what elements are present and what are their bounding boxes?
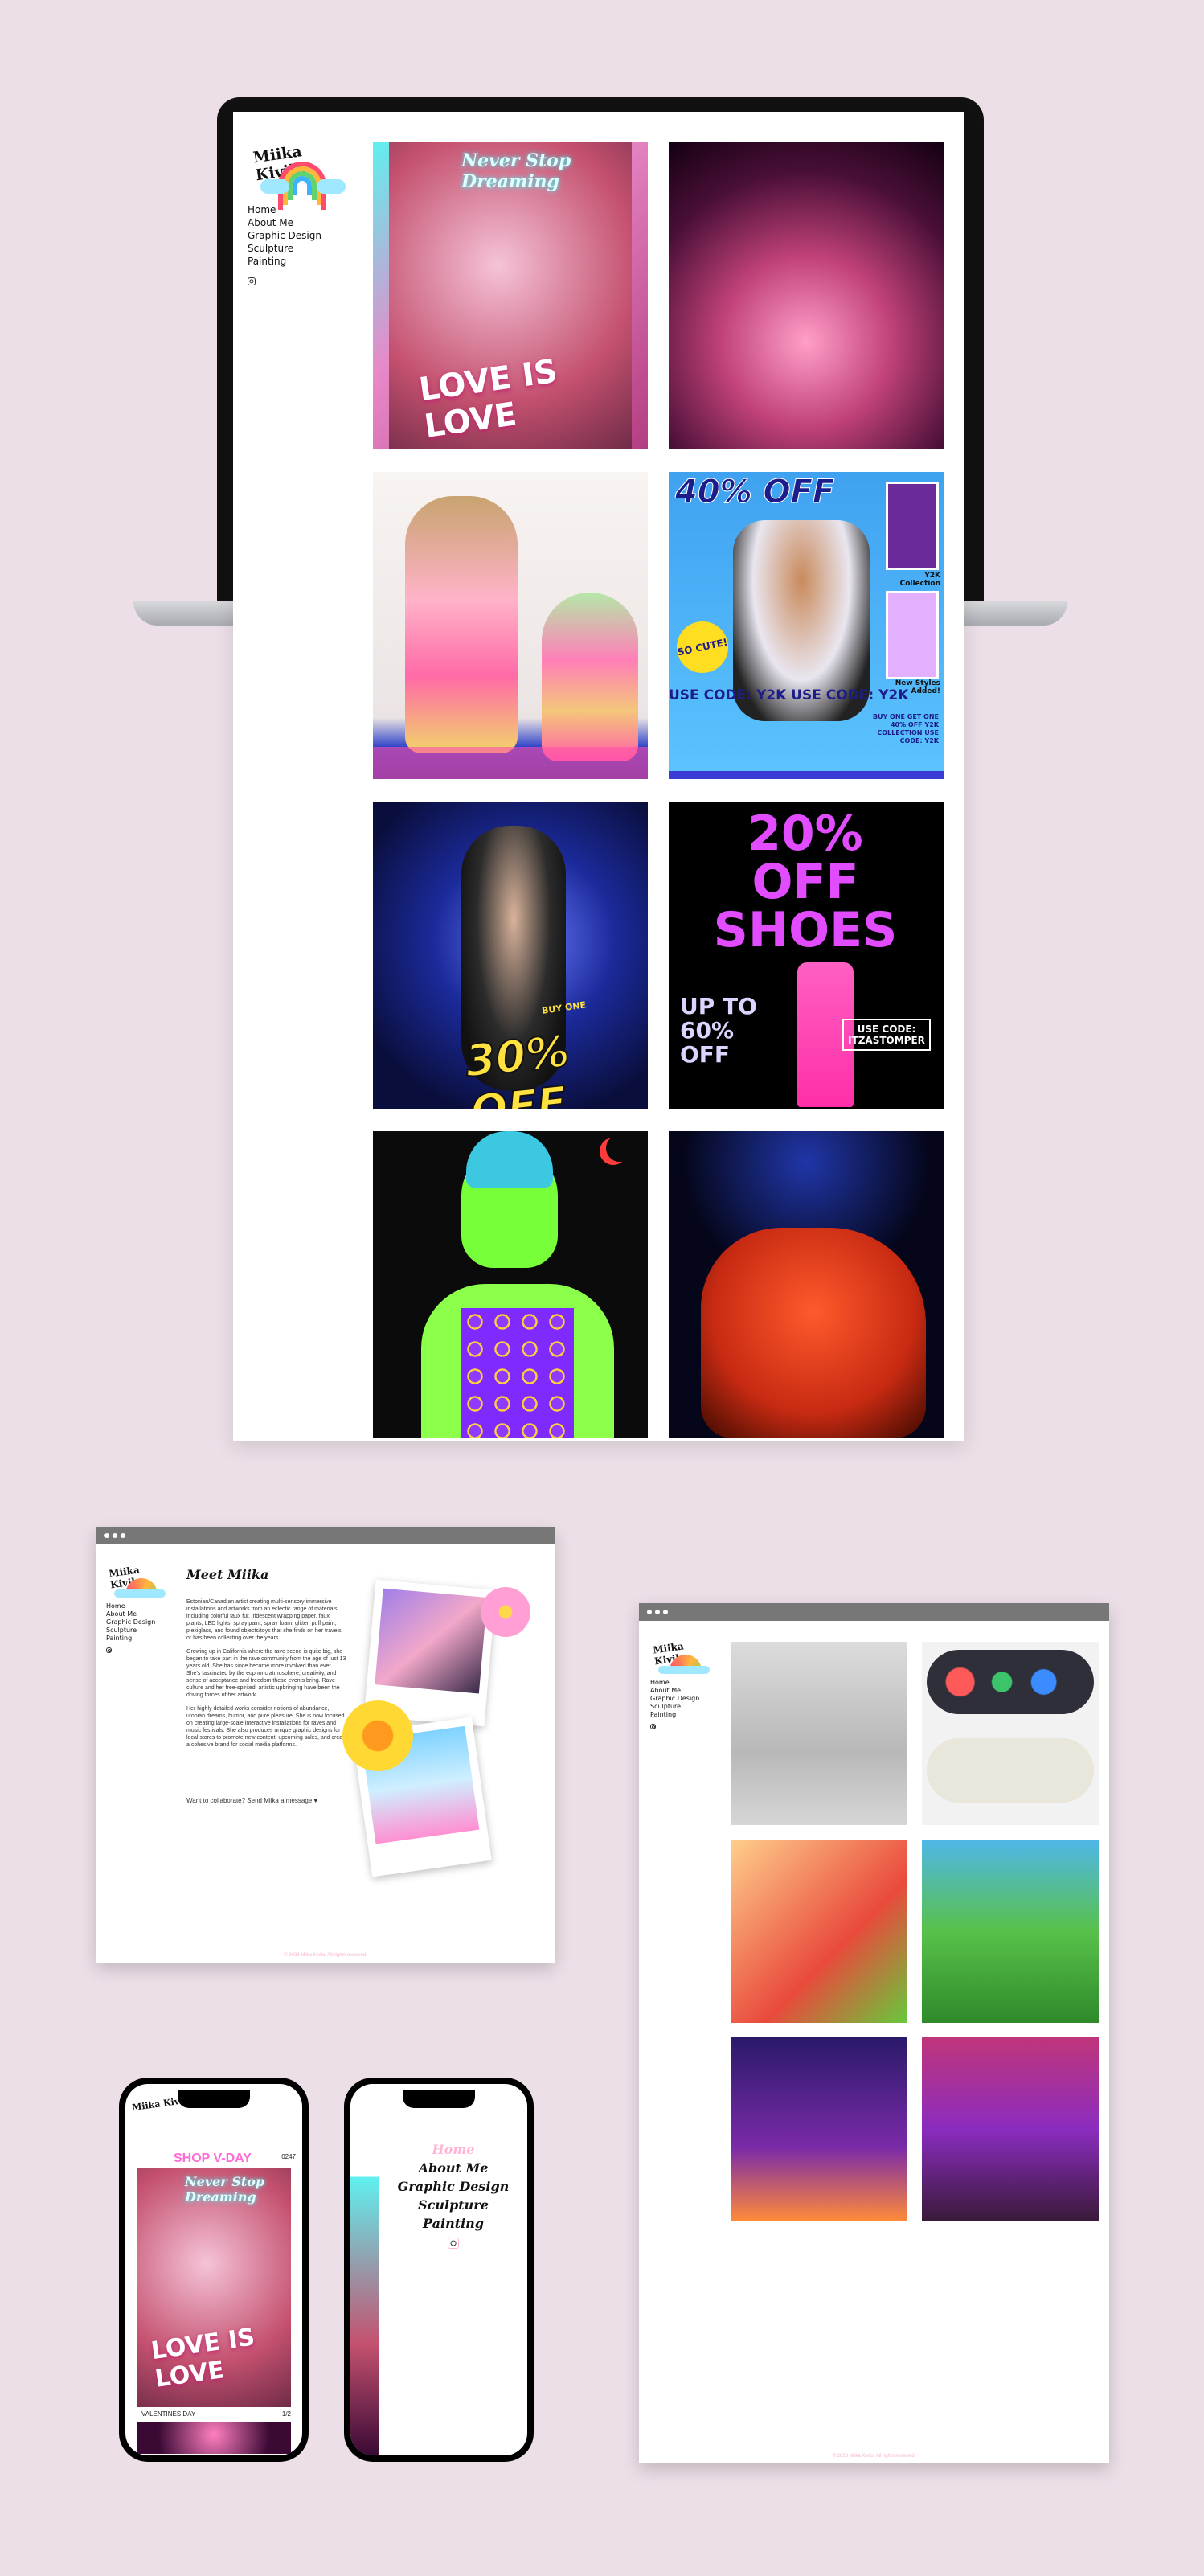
nav-home[interactable]: Home bbox=[106, 1602, 178, 1610]
thumb-pink-sculpture[interactable] bbox=[669, 142, 944, 449]
painting-pizza-face[interactable] bbox=[731, 1840, 907, 2023]
nav-graphic-design[interactable]: Graphic Design bbox=[248, 229, 360, 242]
thumb-lightning-sale[interactable]: BUY ONE 30% OFF bbox=[373, 802, 648, 1109]
site-logo[interactable]: Miika Kivilo bbox=[248, 134, 352, 210]
bogo-promo: BUY ONE GET ONE 40% OFF Y2K COLLECTION U… bbox=[872, 713, 939, 744]
nav-about[interactable]: About Me bbox=[650, 1687, 723, 1695]
about-title: Meet Miika bbox=[186, 1567, 269, 1582]
neon-caption: Never Stop Dreaming bbox=[185, 2174, 265, 2205]
phone-notch bbox=[178, 2090, 250, 2108]
thumb-shoes-sale[interactable]: 20% OFF SHOES UP TO 60% OFF USE CODE: IT… bbox=[669, 802, 944, 1109]
nav-about[interactable]: About Me bbox=[248, 216, 360, 229]
painting-footer: © 2023 Miika Kivilo. All rights reserved… bbox=[832, 2454, 916, 2459]
painting-purple-head[interactable] bbox=[922, 2037, 1099, 2221]
thumb-love-is-love[interactable]: Never Stop Dreaming LOVE IS LOVE bbox=[373, 142, 648, 449]
painting-browser-window: Miika Kivilo Home About Me Graphic Desig… bbox=[639, 1603, 1109, 2463]
about-sidebar: Miika Kivilo Home About Me Graphic Desig… bbox=[106, 1561, 178, 1657]
thumb-red-sculpture[interactable] bbox=[669, 1131, 944, 1438]
mobile-menu-sculpture[interactable]: Sculpture bbox=[379, 2196, 527, 2214]
yellow-flower-icon bbox=[342, 1700, 413, 1771]
painting-gnome[interactable] bbox=[922, 1840, 1099, 2023]
phone-1-screen: Miika Kivilo SHOP V-DAY 0247 Never Stop … bbox=[125, 2084, 302, 2455]
nav-painting[interactable]: Painting bbox=[248, 255, 360, 268]
thumb-fuzzy-trees[interactable] bbox=[373, 472, 648, 779]
phone-2-screen: Home About Me Graphic Design Sculpture P… bbox=[350, 2084, 527, 2455]
mobile-menu-home[interactable]: Home bbox=[379, 2140, 527, 2159]
instagram-icon[interactable] bbox=[650, 1724, 656, 1729]
thumb-y2k-sale[interactable]: 40% OFF Y2K Collection New Styles Added!… bbox=[669, 472, 944, 779]
nav-about[interactable]: About Me bbox=[106, 1610, 178, 1618]
nav-painting[interactable]: Painting bbox=[650, 1711, 723, 1719]
mobile-menu-graphic-design[interactable]: Graphic Design bbox=[379, 2177, 527, 2196]
love-caption: LOVE IS LOVE bbox=[149, 2323, 257, 2393]
nav-graphic-design[interactable]: Graphic Design bbox=[106, 1618, 178, 1626]
cloud-icon bbox=[658, 1666, 710, 1674]
painting-gallery-room[interactable] bbox=[731, 1642, 907, 1825]
nav-sculpture[interactable]: Sculpture bbox=[106, 1626, 178, 1635]
browser-titlebar bbox=[96, 1527, 555, 1544]
about-browser-window: Miika Kivilo Home About Me Graphic Desig… bbox=[96, 1527, 555, 1963]
instagram-icon[interactable] bbox=[106, 1647, 112, 1653]
painting-sidebar: Miika Kivilo Home About Me Graphic Desig… bbox=[650, 1637, 723, 1733]
mobile-menu-painting[interactable]: Painting bbox=[379, 2214, 527, 2233]
site-logo-small[interactable]: Miika Kivilo bbox=[650, 1637, 718, 1674]
painting-skateboards[interactable] bbox=[922, 1642, 1099, 1825]
pink-flower-icon bbox=[481, 1587, 530, 1637]
phone-love-is-love[interactable]: Never Stop Dreaming LOVE IS LOVE bbox=[137, 2168, 291, 2407]
about-para-3: Her highly detailed works consider notio… bbox=[186, 1706, 347, 1748]
page-indicator: 1/2 bbox=[281, 2410, 291, 2418]
nav-sculpture[interactable]: Sculpture bbox=[248, 242, 360, 255]
site-logo-small[interactable]: Miika Kivilo bbox=[106, 1561, 174, 1598]
mobile-menu-about[interactable]: About Me bbox=[379, 2159, 527, 2177]
phone-next-thumb[interactable] bbox=[137, 2422, 291, 2454]
instagram-icon[interactable] bbox=[248, 277, 256, 285]
collaborate-link[interactable]: Want to collaborate? Send Miika a messag… bbox=[186, 1797, 347, 1804]
sidebar: Miika Kivilo Home About Me Graphic Desig… bbox=[248, 134, 360, 289]
painting-cactus-woman[interactable] bbox=[731, 2037, 907, 2221]
about-content: Meet Miika Estonian/Canadian artist crea… bbox=[186, 1567, 347, 1804]
about-para-2: Growing up in California where the rave … bbox=[186, 1649, 346, 1698]
browser-titlebar bbox=[639, 1603, 1109, 1621]
nav-home[interactable]: Home bbox=[650, 1679, 723, 1687]
up-to-sixty: UP TO 60% OFF bbox=[680, 993, 757, 1068]
laptop-site: Miika Kivilo Home About Me Graphic Desig… bbox=[233, 112, 964, 1441]
cloud-right-icon bbox=[317, 179, 346, 194]
about-nav: Home About Me Graphic Design Sculpture P… bbox=[106, 1602, 178, 1643]
shoes-headline: 20% OFF SHOES bbox=[713, 806, 898, 958]
use-code-banner: USE CODE: Y2K USE CODE: Y2K bbox=[669, 687, 909, 703]
side-label-collection: Y2K Collection bbox=[899, 572, 940, 588]
main-nav: Home About Me Graphic Design Sculpture P… bbox=[248, 203, 360, 268]
cloud-icon bbox=[114, 1589, 166, 1598]
nav-painting[interactable]: Painting bbox=[106, 1635, 178, 1643]
neon-caption: Never Stop Dreaming bbox=[461, 150, 571, 192]
shoes-code: USE CODE: ITZASTOMPER bbox=[842, 1019, 931, 1051]
about-para-1: Estonian/Canadian artist creating multi-… bbox=[186, 1599, 342, 1641]
shop-vday-text: SHOP V-DAY bbox=[174, 2151, 252, 2165]
phone-2: Home About Me Graphic Design Sculpture P… bbox=[344, 2078, 534, 2462]
moon-icon bbox=[606, 1134, 633, 1162]
instagram-icon[interactable] bbox=[448, 2238, 459, 2249]
menu-overlay-edge bbox=[350, 2084, 379, 2455]
nav-sculpture[interactable]: Sculpture bbox=[650, 1703, 723, 1711]
painting-nav: Home About Me Graphic Design Sculpture P… bbox=[650, 1679, 723, 1719]
sale-headline: 40% OFF bbox=[674, 474, 835, 511]
valentines-label: VALENTINES DAY bbox=[141, 2410, 196, 2418]
so-cute-badge: SO CUTE! bbox=[672, 617, 733, 678]
nav-graphic-design[interactable]: Graphic Design bbox=[650, 1695, 723, 1703]
about-footer: © 2023 Miika Kivilo. All rights reserved… bbox=[284, 1953, 367, 1958]
story-counter: 0247 bbox=[281, 2153, 296, 2160]
phone-1: Miika Kivilo SHOP V-DAY 0247 Never Stop … bbox=[119, 2078, 309, 2462]
thumb-green-character[interactable] bbox=[373, 1131, 648, 1438]
phone-notch bbox=[403, 2090, 475, 2108]
cloud-left-icon bbox=[260, 179, 289, 194]
mobile-menu: Home About Me Graphic Design Sculpture P… bbox=[379, 2140, 527, 2254]
